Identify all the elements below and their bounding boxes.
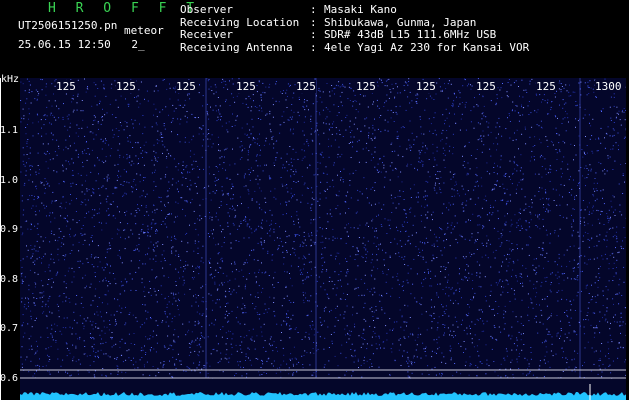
x-tick-label: 125 — [356, 80, 376, 93]
y-tick-label: 0.7 — [0, 323, 19, 334]
x-tick-label: 125 — [296, 80, 316, 93]
frequency-unit-label: kHz — [1, 74, 20, 85]
info-row-observer: Observer: Masaki Kano — [180, 3, 397, 16]
x-tick-label: 125 — [416, 80, 436, 93]
info-key: Receiving Antenna — [180, 40, 293, 54]
app-brand: H R O F F T — [48, 1, 201, 16]
x-tick-label: 125 — [236, 80, 256, 93]
x-tick-label: 125 — [536, 80, 556, 93]
spectrogram-plot — [20, 78, 626, 400]
info-value: SDR# 43dB L15 111.6MHz USB — [324, 28, 497, 41]
y-tick-label: 1.1 — [0, 125, 19, 136]
timestamp-row: 25.06.15 12:50 2_ — [18, 38, 145, 51]
y-tick-label: 0.9 — [0, 224, 19, 235]
info-key: Observer — [180, 3, 233, 16]
x-tick-label: 1300 — [595, 80, 622, 93]
y-tick-label: 1.0 — [0, 175, 19, 186]
frame-counter: 2_ — [131, 38, 145, 51]
spectrogram-background — [20, 78, 626, 400]
x-tick-label: 125 — [476, 80, 496, 93]
info-row-antenna: Receiving Antenna: 4ele Yagi Az 230 for … — [180, 40, 530, 54]
info-key: Receiver — [180, 28, 233, 41]
station-info: Observer: Masaki Kano Receiving Location… — [180, 3, 530, 54]
header-panel: H R O F F T UT2506151250.pn meteor 25.06… — [0, 0, 629, 74]
y-tick-label: 0.8 — [0, 274, 19, 285]
x-tick-label: 125 — [56, 80, 76, 93]
x-tick-label: 125 — [116, 80, 136, 93]
info-row-receiver: Receiver: SDR# 43dB L15 111.6MHz USB — [180, 28, 497, 41]
detection-tag: meteor — [124, 24, 164, 37]
info-value: 4ele Yagi Az 230 for Kansai VOR — [324, 40, 530, 54]
spectrogram-canvas — [20, 78, 626, 400]
y-tick-label: 0.6 — [0, 373, 19, 384]
timestamp: 25.06.15 12:50 — [18, 38, 111, 51]
file-name: UT2506151250.pn — [18, 19, 118, 32]
info-value: Masaki Kano — [324, 3, 397, 16]
x-tick-label: 125 — [176, 80, 196, 93]
